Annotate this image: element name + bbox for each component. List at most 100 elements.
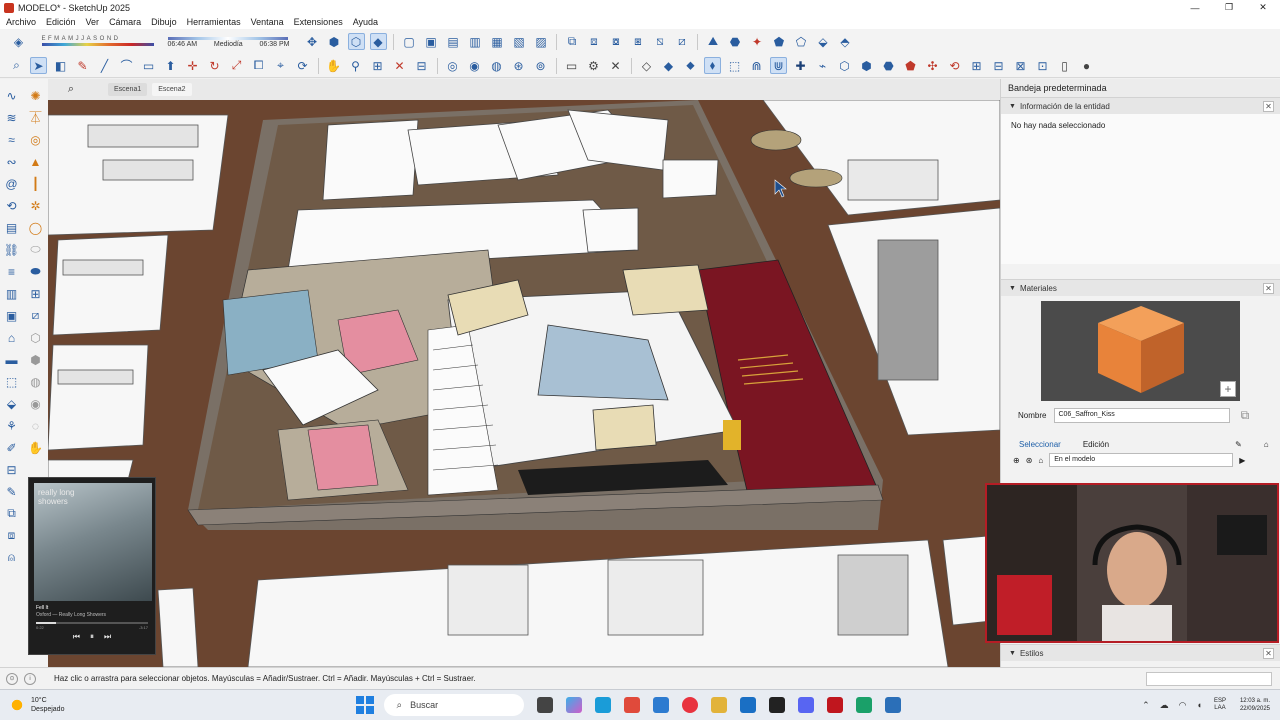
orbit-tool-icon[interactable]: ✥ [304, 33, 321, 50]
panel-icon[interactable]: ▥ [3, 285, 20, 302]
shadow-time-slider[interactable] [167, 36, 288, 40]
list-icon[interactable]: ≡ [3, 263, 20, 280]
grid-2-icon[interactable]: ⊟ [990, 57, 1007, 74]
curve-icon[interactable]: ≈ [3, 131, 20, 148]
zoom-icon[interactable]: ⚲ [347, 57, 364, 74]
offset-tool-icon[interactable]: ⧠ [250, 57, 267, 74]
zoom-extents-icon[interactable]: ✕ [391, 57, 408, 74]
flip-edge-icon[interactable]: ⬣ [727, 33, 744, 50]
droplet-active-icon[interactable]: ⬧ [704, 57, 721, 74]
slash-box-icon[interactable]: ⧄ [27, 307, 44, 324]
shadows-toggle-icon[interactable]: ◈ [10, 33, 27, 50]
from-scratch-icon[interactable]: ⬘ [837, 33, 854, 50]
shadow-date-slider[interactable] [41, 43, 154, 46]
pause-icon[interactable]: ⏸ [90, 632, 94, 642]
cube-2-icon[interactable]: ⬙ [3, 395, 20, 412]
windows-start-icon[interactable] [356, 696, 375, 714]
sketchup-taskbar-icon[interactable] [885, 697, 902, 713]
orbit-icon[interactable]: ⟳ [294, 57, 311, 74]
tab-escena1[interactable]: Escena1 [108, 83, 148, 96]
iso-view-icon[interactable]: ⬢ [326, 33, 343, 50]
copy-icon[interactable]: ⧉ [1236, 407, 1253, 424]
box-icon[interactable]: ⬡ [836, 57, 853, 74]
gear-icon[interactable]: ⚙ [585, 57, 602, 74]
star-icon[interactable]: ✲ [27, 197, 44, 214]
hex-icon[interactable]: ⬡ [27, 329, 44, 346]
menu-ayuda[interactable]: Ayuda [353, 17, 378, 27]
loop-icon[interactable]: ⟲ [3, 197, 20, 214]
opera-icon[interactable] [682, 697, 699, 713]
measurements-box[interactable] [1146, 671, 1272, 686]
spiral-icon[interactable]: @ [3, 175, 20, 192]
terrain-icon[interactable]: ⛰ [705, 33, 722, 50]
grid-icon[interactable]: ⊞ [968, 57, 985, 74]
stamp-icon[interactable]: ⧄ [674, 33, 691, 50]
bus-icon[interactable]: ▬ [3, 351, 20, 368]
smooth-icon[interactable]: ≋ [3, 109, 20, 126]
grid-4-icon[interactable]: ⊡ [1034, 57, 1051, 74]
section-cut-icon[interactable]: ⧈ [586, 33, 603, 50]
grid-panel-icon[interactable]: ⊞ [27, 285, 44, 302]
oval-icon[interactable]: ⬬ [27, 263, 44, 280]
section-plane-icon[interactable]: ⧉ [564, 33, 581, 50]
hand-icon[interactable]: ✋ [27, 439, 44, 456]
document-icon[interactable]: ▯ [1056, 57, 1073, 74]
chevron-up-icon[interactable]: ⌃ [1142, 700, 1150, 711]
close-icon[interactable]: ✕ [607, 57, 624, 74]
menu-extensiones[interactable]: Extensiones [294, 17, 343, 27]
taskbar-search[interactable]: ⌕ Buscar [384, 694, 525, 716]
cloud-icon[interactable]: ☁ [1160, 700, 1169, 711]
forward-icon[interactable]: ⊛ [1026, 456, 1033, 465]
from-contours-icon[interactable]: ⬙ [815, 33, 832, 50]
rectangle-tool-icon[interactable]: ▭ [140, 57, 157, 74]
lock-icon[interactable]: ⌂ [3, 329, 20, 346]
close-icon[interactable]: ✕ [1263, 282, 1274, 294]
ring-icon[interactable]: ◯ [27, 219, 44, 236]
tab-edicion[interactable]: Edición [1083, 440, 1109, 449]
collection-dropdown[interactable]: En el modelo [1049, 453, 1234, 467]
volume-icon[interactable]: ◖ [1197, 700, 1202, 710]
close-icon[interactable]: ✕ [1263, 100, 1274, 112]
refresh-icon[interactable]: ⟲ [946, 57, 963, 74]
terminal-icon[interactable] [769, 697, 786, 713]
display-section-icon[interactable]: ⧆ [630, 33, 647, 50]
menu-edicion[interactable]: Edición [46, 17, 76, 27]
user-icon[interactable]: ● [1078, 57, 1095, 74]
brush-icon[interactable]: ✐ [3, 439, 20, 456]
shaded-textures-icon[interactable]: ▧ [511, 33, 528, 50]
push-pull-icon[interactable]: ⬆ [162, 57, 179, 74]
home-materials-icon[interactable]: ⌂ [1038, 456, 1043, 465]
clock[interactable]: 12:03 a. m. 22/09/2025 [1240, 697, 1270, 713]
xray-icon[interactable]: ▢ [401, 33, 418, 50]
minimize-button[interactable]: — [1178, 0, 1212, 15]
discord-icon[interactable] [798, 697, 815, 713]
grid-3-icon[interactable]: ⊠ [1012, 57, 1029, 74]
plant-icon[interactable]: ⚘ [3, 417, 20, 434]
details-icon[interactable]: ▶ [1239, 456, 1245, 465]
wireframe-icon[interactable]: ▤ [445, 33, 462, 50]
cone-icon[interactable]: ▲ [27, 153, 44, 170]
front-view-icon[interactable]: ◆ [369, 33, 387, 50]
scene-search-icon[interactable]: ⌕ [62, 83, 80, 96]
create-material-button[interactable]: + [1220, 381, 1236, 397]
eyedropper-icon[interactable]: ✎ [1235, 440, 1242, 449]
tape-measure-icon[interactable]: ⌖ [272, 57, 289, 74]
sandbox-tool-icon[interactable]: ∿ [3, 87, 20, 104]
folder-icon[interactable]: ▭ [563, 57, 580, 74]
explorer-icon[interactable] [711, 697, 728, 713]
language-indicator[interactable]: ESP LAA [1214, 698, 1226, 712]
track-progress-bar[interactable] [36, 622, 148, 624]
add-detail-icon[interactable]: ⬠ [793, 33, 810, 50]
tab-escena2[interactable]: Escena2 [152, 83, 192, 96]
droplet-filled-icon[interactable]: ⬥ [682, 57, 699, 74]
weather-widget[interactable]: 10°C Despejado [8, 696, 64, 714]
menu-camara[interactable]: Cámara [109, 17, 141, 27]
frame-icon[interactable]: ▣ [3, 307, 20, 324]
media-icon[interactable] [827, 697, 844, 713]
column-icon[interactable]: ┃ [27, 175, 44, 192]
target-icon[interactable]: ◎ [27, 131, 44, 148]
monochrome-icon[interactable]: ▨ [533, 33, 550, 50]
person-icon[interactable]: ⍝ [3, 549, 20, 566]
pan-icon[interactable]: ✋ [325, 57, 342, 74]
arc-tool-icon[interactable]: ⌒ [118, 57, 135, 74]
